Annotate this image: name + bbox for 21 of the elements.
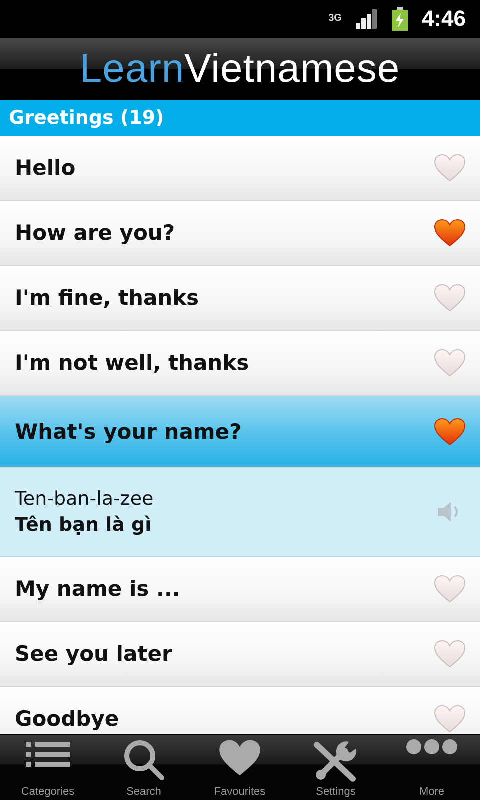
pronunciation-text: Ten-ban-la-zee	[15, 488, 154, 510]
tab-bar-button[interactable]: Search	[96, 735, 192, 800]
section-title: Greetings (19)	[9, 107, 164, 129]
tab-bar-button[interactable]: Settings	[288, 735, 384, 800]
network-indicator: 3G	[328, 14, 342, 24]
tab-bar-button[interactable]: More	[384, 735, 480, 800]
heart-icon[interactable]	[434, 418, 466, 446]
battery-icon	[392, 7, 408, 31]
more-icon	[406, 739, 458, 755]
translation-text: Tên bạn là gì	[15, 514, 153, 536]
heart-icon[interactable]	[434, 219, 466, 247]
tab-bar-button[interactable]: Categories	[0, 735, 96, 800]
tools-icon	[313, 739, 359, 783]
phrase-row[interactable]: What's your name?	[0, 396, 480, 468]
heart-icon	[218, 739, 262, 777]
app-logo: LearnVietnamese	[80, 46, 400, 92]
signal-icon	[356, 9, 378, 29]
clock-time: 4:46	[422, 6, 466, 32]
list-icon	[26, 739, 70, 769]
search-icon	[123, 739, 165, 781]
tab-bar-button[interactable]: Favourites	[192, 735, 288, 800]
